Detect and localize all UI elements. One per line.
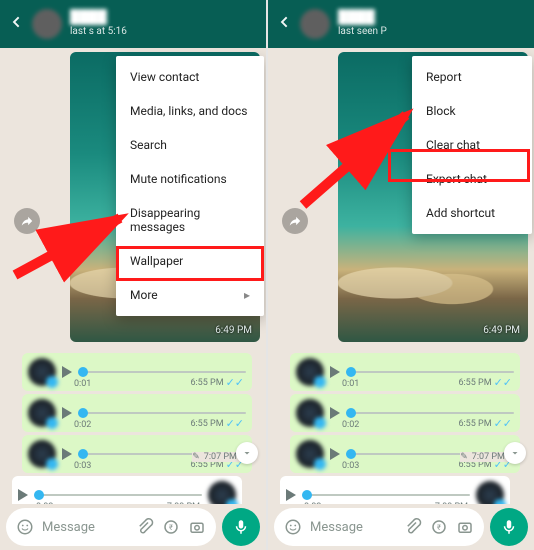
voice-time: 6:55 PM✓✓ (458, 376, 512, 389)
phone-right: ████ last seen P 6:49 PM Report Block Cl… (268, 0, 534, 550)
voice-duration: 0:01 (74, 379, 91, 389)
contact-name: ████ (338, 11, 526, 25)
attach-icon[interactable] (136, 518, 154, 536)
svg-text:₹: ₹ (169, 523, 173, 532)
voice-avatar (208, 481, 236, 504)
menu-media-links-docs[interactable]: Media, links, and docs (116, 94, 264, 128)
play-icon[interactable] (330, 407, 340, 419)
voice-time: 7:00 PM (435, 502, 468, 504)
voice-time: 6:55 PM✓✓ (458, 417, 512, 430)
camera-icon[interactable] (188, 518, 206, 536)
play-icon[interactable] (62, 448, 72, 460)
voice-avatar (28, 399, 56, 427)
voice-track[interactable] (78, 371, 246, 373)
voice-message[interactable]: 0:01 6:55 PM✓✓ (22, 353, 252, 391)
back-icon[interactable] (276, 14, 292, 34)
annotation-highlight (116, 246, 264, 281)
svg-text:₹: ₹ (437, 523, 441, 532)
chevron-right-icon: ▸ (244, 288, 250, 302)
voice-track[interactable] (346, 412, 514, 414)
voice-duration: 0:02 (304, 502, 321, 504)
menu-search[interactable]: Search (116, 128, 264, 162)
voice-avatar (296, 399, 324, 427)
read-ticks-icon: ✓✓ (226, 376, 244, 389)
message-placeholder: Message (310, 520, 396, 535)
contact-name: ████ (70, 11, 258, 25)
payment-icon[interactable]: ₹ (430, 518, 448, 536)
mic-button[interactable] (222, 508, 260, 546)
voice-avatar (296, 358, 324, 386)
annotation-highlight (388, 149, 530, 182)
voice-time: 7:00 PM (167, 502, 200, 504)
menu-block[interactable]: Block (412, 94, 532, 128)
voice-duration: 0:03 (342, 461, 359, 471)
voice-duration: 0:03 (74, 461, 91, 471)
voice-time: 6:55 PM✓✓ (190, 417, 244, 430)
voice-message[interactable]: 0:01 6:55 PM✓✓ (290, 353, 520, 391)
voice-track[interactable] (34, 494, 202, 496)
voice-avatar (476, 481, 504, 504)
message-placeholder: Message (42, 520, 128, 535)
avatar[interactable] (32, 9, 62, 39)
voice-duration: 0:02 (342, 420, 359, 430)
menu-report[interactable]: Report (412, 60, 532, 94)
back-icon[interactable] (8, 14, 24, 34)
message-input[interactable]: Message ₹ (6, 508, 216, 546)
composer: Message ₹ (0, 504, 266, 550)
voice-track[interactable] (346, 371, 514, 373)
msg-time: 6:49 PM (215, 325, 252, 336)
voice-avatar (28, 358, 56, 386)
menu-view-contact[interactable]: View contact (116, 60, 264, 94)
contact-status: last seen P (338, 26, 526, 37)
voice-track[interactable] (302, 494, 470, 496)
msg-time: 6:49 PM (483, 325, 520, 336)
contact-status: last s at 5:16 (70, 26, 258, 37)
scroll-down-button[interactable] (504, 442, 526, 464)
voice-message-in[interactable]: 0:02 7:00 PM (280, 476, 510, 504)
voice-message[interactable]: 0:02 6:55 PM✓✓ (22, 394, 252, 432)
chat-header: ████ last s at 5:16 (0, 0, 266, 48)
play-icon[interactable] (62, 366, 72, 378)
menu-add-shortcut[interactable]: Add shortcut (412, 196, 532, 230)
emoji-icon[interactable] (16, 518, 34, 536)
voice-duration: 0:02 (74, 420, 91, 430)
voice-duration: 0:02 (36, 502, 53, 504)
chat-header: ████ last seen P (268, 0, 534, 48)
avatar[interactable] (300, 9, 330, 39)
scroll-down-button[interactable] (236, 442, 258, 464)
message-input[interactable]: Message ₹ (274, 508, 484, 546)
mic-button[interactable] (490, 508, 528, 546)
menu-mute-notifications[interactable]: Mute notifications (116, 162, 264, 196)
voice-message-in[interactable]: 0:02 7:00 PM (12, 476, 242, 504)
voice-message[interactable]: 0:02 6:55 PM✓✓ (290, 394, 520, 432)
camera-icon[interactable] (456, 518, 474, 536)
contact-info[interactable]: ████ last s at 5:16 (70, 11, 258, 36)
payment-icon[interactable]: ₹ (162, 518, 180, 536)
voice-avatar (28, 440, 56, 468)
composer: Message ₹ (268, 504, 534, 550)
more-submenu: Report Block Clear chat Export chat Add … (412, 56, 532, 234)
play-icon[interactable] (330, 448, 340, 460)
play-icon[interactable] (330, 366, 340, 378)
voice-track[interactable] (78, 412, 246, 414)
emoji-icon[interactable] (284, 518, 302, 536)
contact-info[interactable]: ████ last seen P (338, 11, 526, 36)
voice-duration: 0:01 (342, 379, 359, 389)
phone-left: ████ last s at 5:16 6:49 PM View contact… (0, 0, 266, 550)
play-icon[interactable] (62, 407, 72, 419)
voice-avatar (296, 440, 324, 468)
play-icon[interactable] (286, 489, 296, 501)
attach-icon[interactable] (404, 518, 422, 536)
play-icon[interactable] (18, 489, 28, 501)
voice-time: 6:55 PM✓✓ (190, 376, 244, 389)
